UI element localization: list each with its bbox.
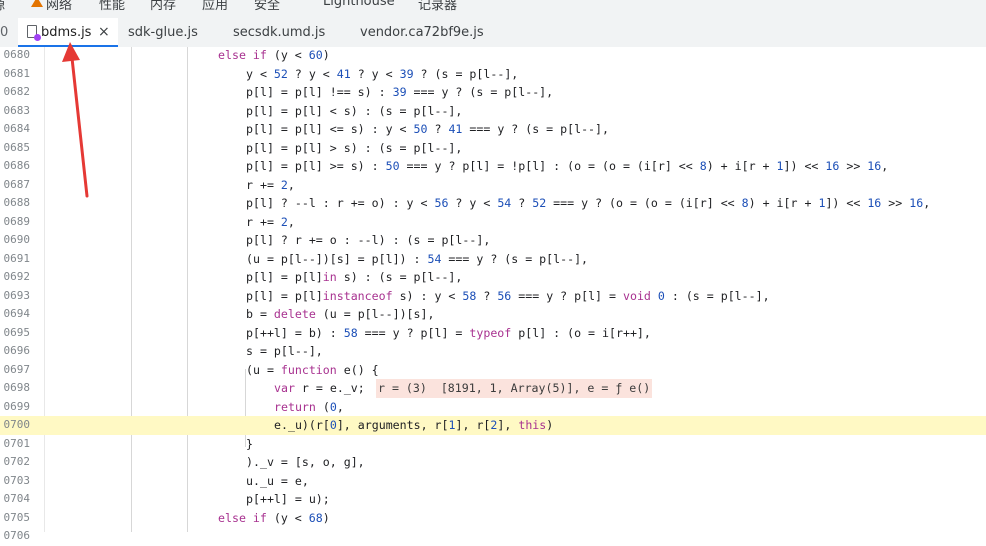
arrow-head bbox=[62, 42, 80, 62]
arrow-shaft bbox=[70, 56, 89, 198]
annotation-arrow bbox=[62, 42, 89, 198]
